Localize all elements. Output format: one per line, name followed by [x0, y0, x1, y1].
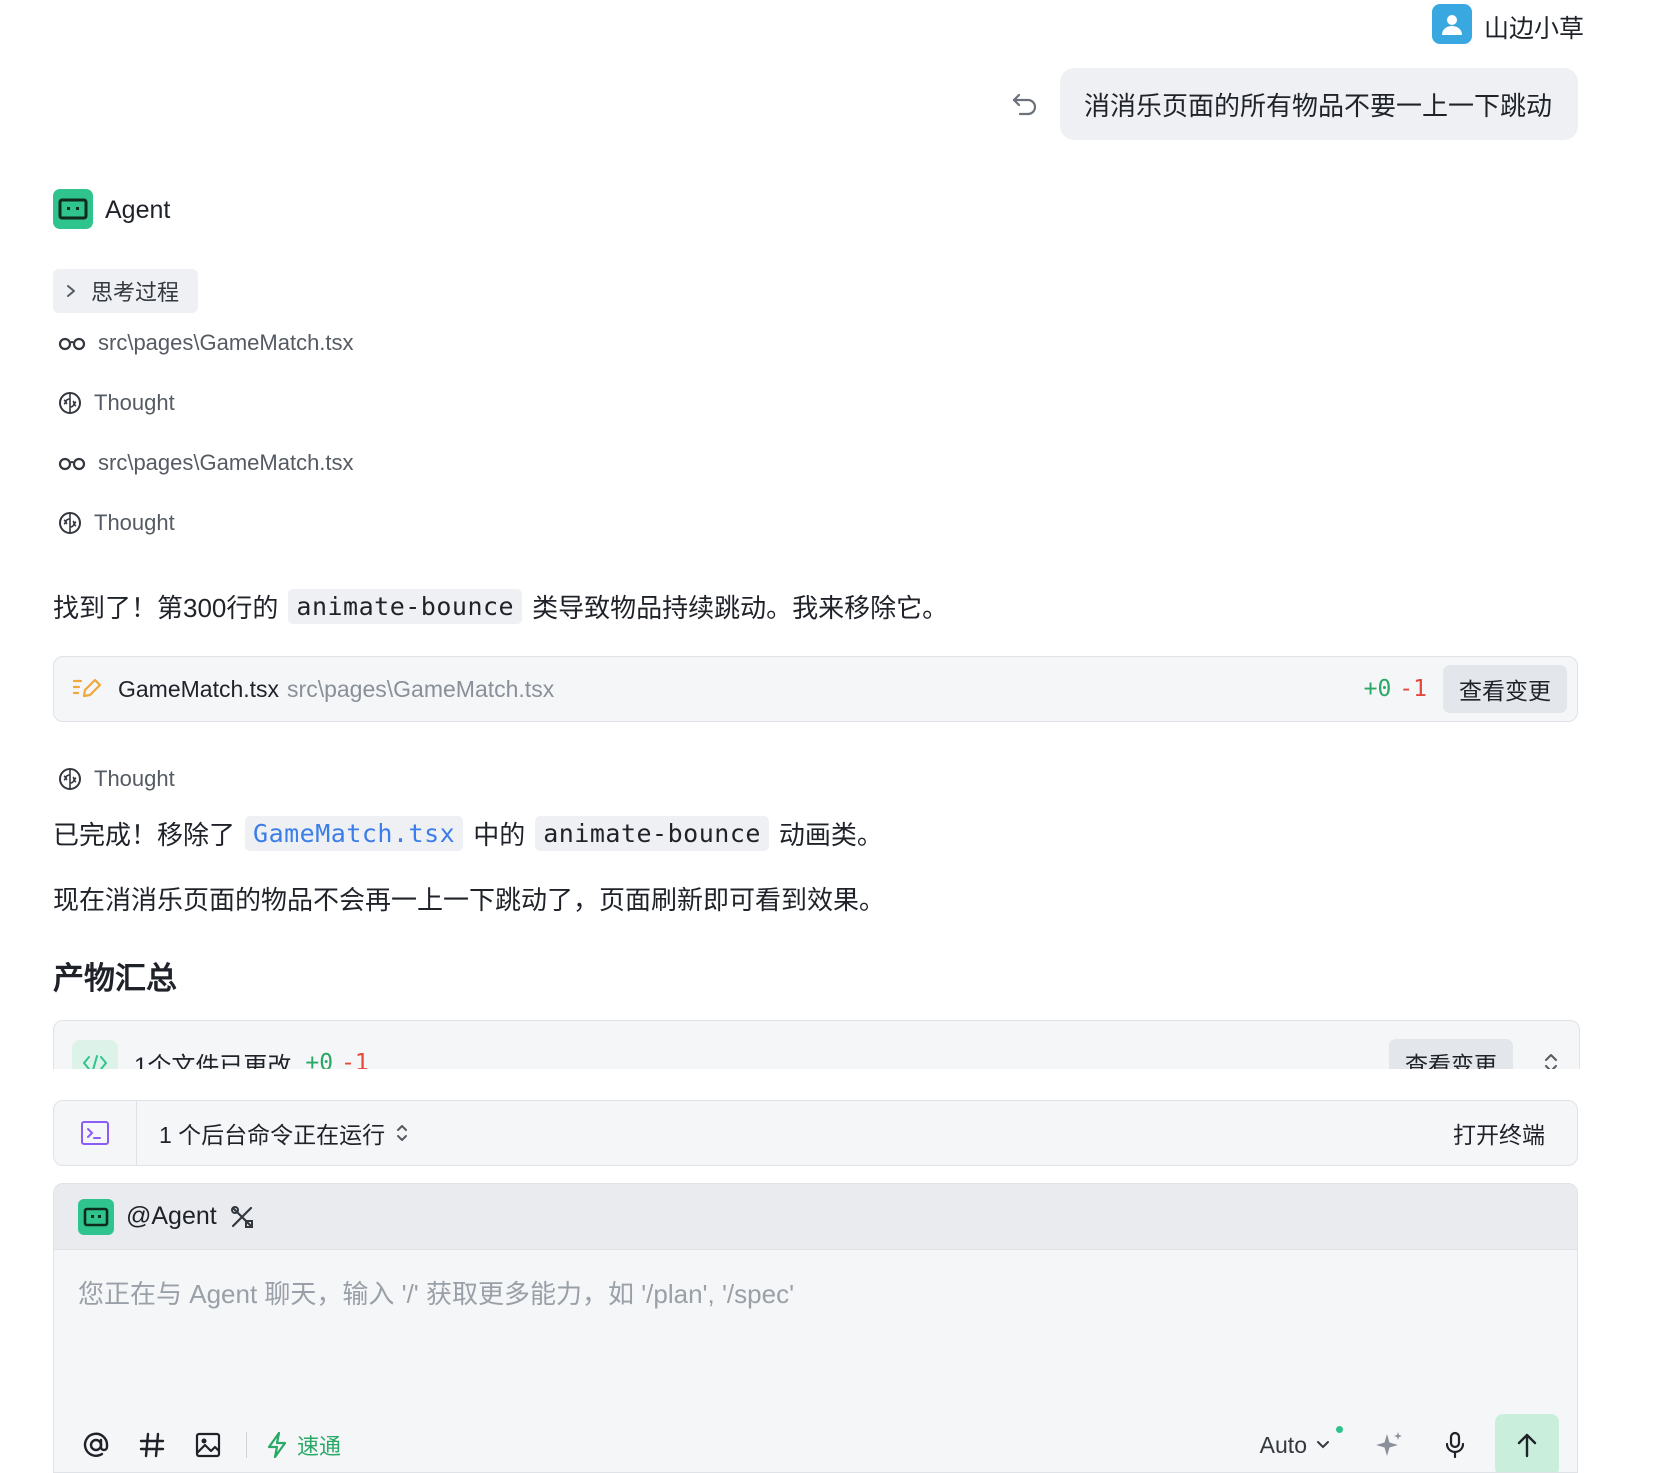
expand-collapse-icon[interactable] — [1543, 1052, 1559, 1069]
agent-name: Agent — [105, 196, 171, 224]
message-text: 已完成！移除了 — [53, 820, 236, 850]
artifact-summary-title: 产物汇总 — [53, 961, 177, 996]
message-text: 动画类。 — [778, 820, 883, 850]
user-message-text: 消消乐页面的所有物品不要一上一下跳动 — [1084, 90, 1553, 121]
status-dot — [1336, 1425, 1343, 1433]
arrow-up-icon — [1517, 1433, 1537, 1458]
user-message-bubble: 消消乐页面的所有物品不要一上一下跳动 — [1060, 68, 1578, 140]
step-label: Thought — [94, 390, 175, 415]
user-avatar — [1432, 4, 1472, 44]
files-changed-text: 1个文件已更改 — [134, 1052, 292, 1070]
artifact-summary-card[interactable]: 1个文件已更改 +0 -1 查看变更 — [53, 1020, 1580, 1069]
inline-code: animate-bounce — [535, 816, 769, 851]
step-thought[interactable]: Thought — [58, 763, 175, 795]
code-icon — [72, 1040, 118, 1069]
message-text: 找到了！第300行的 — [53, 593, 279, 623]
view-changes-button[interactable]: 查看变更 — [1389, 1039, 1513, 1069]
agent-avatar-icon — [53, 189, 93, 229]
step-read-file[interactable]: src\pages\GameMatch.tsx — [58, 327, 354, 359]
chat-composer[interactable]: @Agent 您正在与 Agent 聊天，输入 '/' 获取更多能力，如 '/p… — [53, 1183, 1578, 1473]
microphone-icon[interactable] — [1437, 1427, 1473, 1463]
step-label: Thought — [94, 510, 175, 535]
chevron-right-icon — [67, 285, 75, 297]
glasses-icon — [58, 337, 86, 351]
agent-message-1: 找到了！第300行的 animate-bounce 类导致物品持续跳动。我来移除… — [53, 588, 948, 625]
speed-mode-toggle[interactable]: 速通 — [265, 1429, 341, 1461]
file-link[interactable]: GameMatch.tsx — [245, 816, 464, 851]
agent-message-3: 现在消消乐页面的物品不会再一上一下跳动了，页面刷新即可看到效果。 — [53, 885, 886, 915]
person-icon — [1442, 15, 1462, 35]
speed-mode-label: 速通 — [297, 1434, 342, 1459]
edit-file-icon — [72, 678, 102, 698]
thinking-process-label: 思考过程 — [91, 280, 180, 305]
composer-toolbar: 速通 Auto — [78, 1412, 1559, 1472]
lines-added: +0 — [305, 1050, 334, 1069]
lines-removed: -1 — [341, 1050, 369, 1069]
view-changes-button[interactable]: 查看变更 — [1443, 665, 1567, 713]
glasses-icon — [58, 457, 86, 471]
brain-icon — [59, 392, 81, 414]
agent-avatar-icon — [78, 1198, 114, 1235]
background-command-text: 1 个后台命令正在运行 — [159, 1122, 386, 1148]
step-label: src\pages\GameMatch.tsx — [98, 450, 354, 475]
background-command-bar[interactable]: 1 个后台命令正在运行 打开终端 — [53, 1100, 1578, 1166]
file-name: GameMatch.tsx — [118, 675, 280, 702]
lightning-icon — [267, 1431, 287, 1459]
step-label: Thought — [94, 766, 175, 791]
file-path: src\pages\GameMatch.tsx — [287, 675, 555, 702]
composer-header: @Agent — [54, 1184, 1577, 1250]
open-terminal-button[interactable]: 打开终端 — [1453, 1116, 1545, 1150]
inline-code: animate-bounce — [288, 589, 523, 624]
step-read-file[interactable]: src\pages\GameMatch.tsx — [58, 447, 354, 479]
file-edit-card[interactable]: GameMatch.tsx src\pages\GameMatch.tsx +0… — [53, 656, 1578, 722]
message-text: 类导致物品持续跳动。我来移除它。 — [532, 593, 949, 623]
brain-icon — [59, 768, 81, 790]
at-mention-icon[interactable] — [78, 1427, 114, 1463]
sparkle-icon[interactable] — [1371, 1427, 1407, 1463]
lines-removed: -1 — [1399, 676, 1427, 702]
model-selector[interactable]: Auto — [1259, 1425, 1343, 1459]
image-icon[interactable] — [190, 1427, 226, 1463]
hashtag-icon[interactable] — [134, 1427, 170, 1463]
send-button[interactable] — [1495, 1414, 1559, 1472]
chevron-down-icon — [1317, 1441, 1329, 1449]
model-label: Auto — [1259, 1431, 1307, 1458]
step-thought[interactable]: Thought — [58, 507, 175, 539]
terminal-icon — [54, 1101, 137, 1165]
brain-icon — [59, 512, 81, 534]
tools-icon[interactable] — [229, 1204, 255, 1230]
step-label: src\pages\GameMatch.tsx — [98, 330, 354, 355]
chat-input-placeholder[interactable]: 您正在与 Agent 聊天，输入 '/' 获取更多能力，如 '/plan', '… — [78, 1274, 794, 1311]
lines-added: +0 — [1363, 676, 1392, 702]
thinking-process-toggle[interactable]: 思考过程 — [53, 269, 198, 313]
step-thought[interactable]: Thought — [58, 387, 175, 419]
message-text: 中的 — [473, 820, 526, 850]
agent-mention[interactable]: @Agent — [126, 1202, 217, 1231]
expand-collapse-icon[interactable] — [395, 1122, 409, 1144]
undo-icon[interactable] — [1010, 88, 1040, 118]
user-name: 山边小草 — [1484, 15, 1585, 43]
agent-message-2: 已完成！移除了 GameMatch.tsx 中的 animate-bounce … — [53, 815, 883, 852]
